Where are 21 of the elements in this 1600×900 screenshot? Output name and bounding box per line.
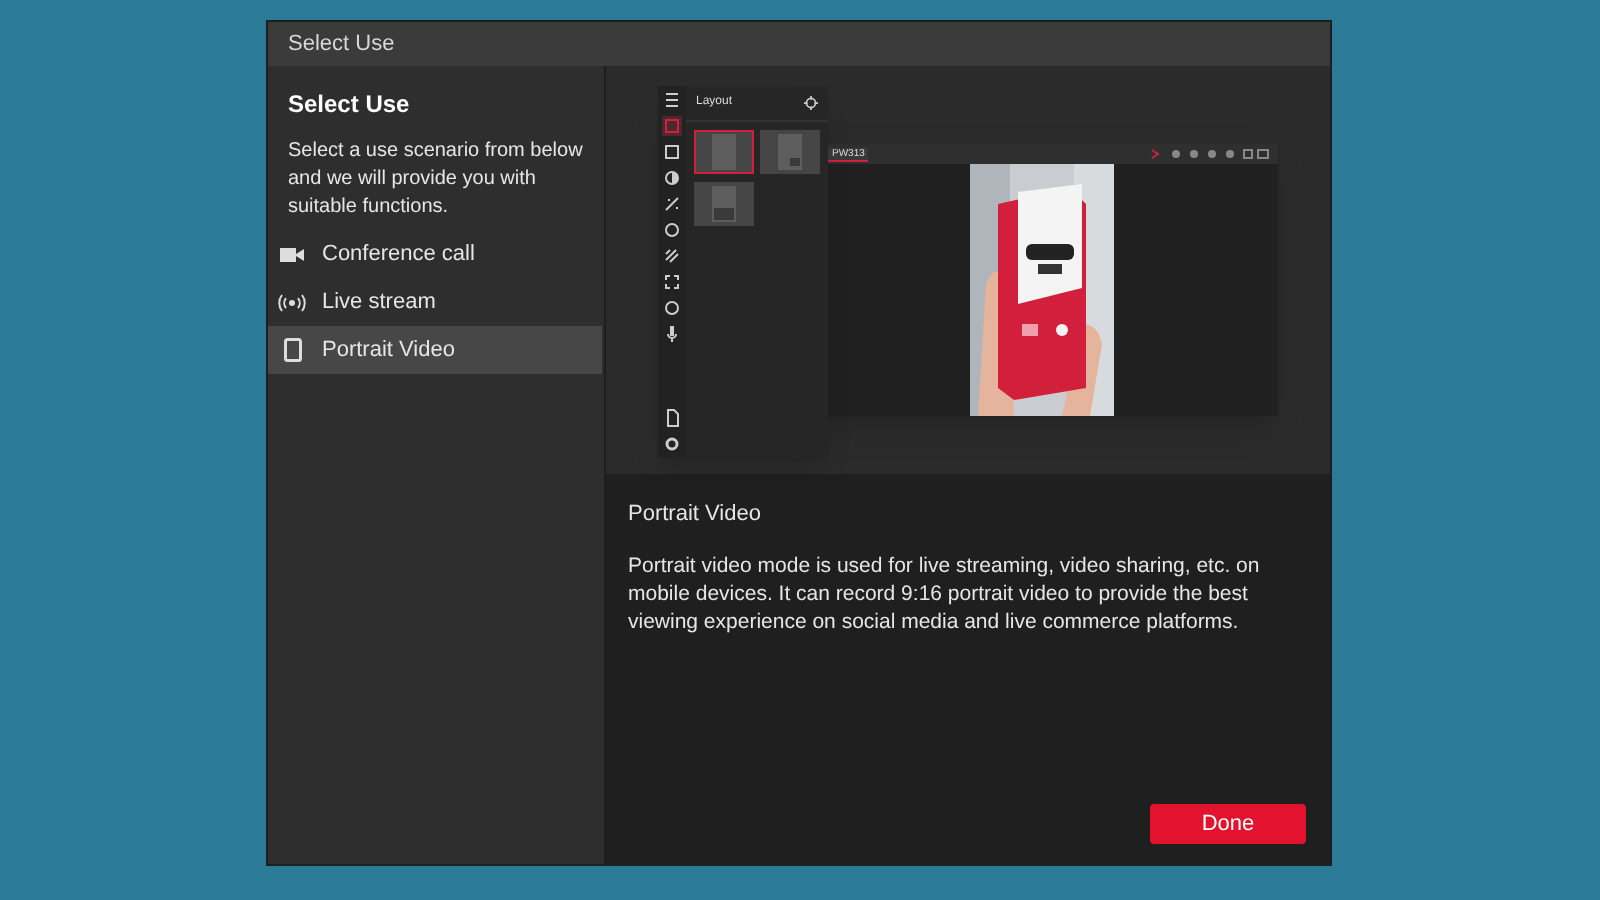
settings-icon[interactable] <box>662 434 682 454</box>
microphone-icon[interactable] <box>662 324 682 344</box>
contrast-icon[interactable] <box>662 168 682 188</box>
sidebar-heading: Select Use <box>286 88 412 122</box>
details-text: Portrait video mode is used for live streaming, video sharing, etc. on mobile devices. It can record 9:16 portrait video to provide the best viewing experience on social media and live commerce platforms. <box>628 551 1262 635</box>
scenario-item[interactable]: Live stream <box>268 278 602 326</box>
pattern-icon[interactable] <box>662 246 682 266</box>
video-camera-icon <box>280 245 304 263</box>
toolbar-icons <box>1150 148 1270 160</box>
scenario-item[interactable]: Conference call <box>268 230 602 278</box>
done-button[interactable]: Done <box>1150 804 1306 844</box>
circle-icon[interactable] <box>662 298 682 318</box>
menu-icon[interactable] <box>662 90 682 110</box>
phone-icon <box>283 338 301 362</box>
scenario-item[interactable]: Portrait Video <box>268 326 602 374</box>
details-title: Portrait Video <box>628 500 763 530</box>
focus-icon[interactable] <box>662 272 682 292</box>
window-title: Select Use <box>288 29 395 60</box>
document-icon[interactable] <box>662 408 682 428</box>
sidebar-description: Select a use scenario from below and we will provide you with suitable functions. <box>286 138 585 222</box>
broadcast-icon <box>278 293 306 311</box>
